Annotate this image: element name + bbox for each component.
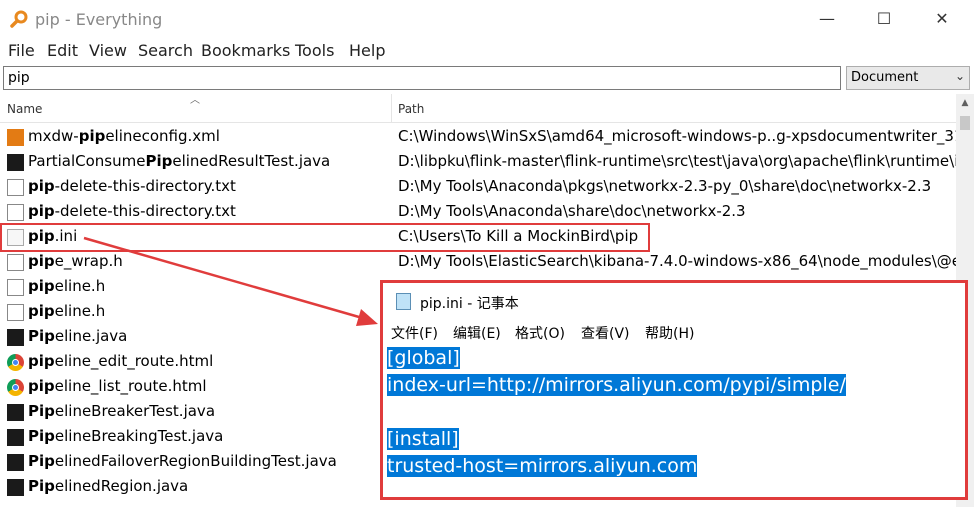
notepad-menu-format[interactable]: 格式(O)	[515, 323, 565, 343]
title-bar: pip - Everything — ☐ ✕	[0, 0, 974, 38]
chrome-icon	[7, 354, 24, 371]
file-name: pip-delete-this-directory.txt	[28, 177, 236, 195]
search-row: pip Document ⌄	[0, 64, 974, 92]
menu-help[interactable]: Help	[349, 41, 385, 60]
xml-icon	[7, 129, 24, 146]
chrome-icon	[7, 379, 24, 396]
window-title: pip - Everything	[35, 10, 163, 29]
java-icon	[7, 329, 24, 346]
file-name: PipelineBreakingTest.java	[28, 427, 224, 445]
file-name: pipeline.h	[28, 277, 106, 295]
file-name: mxdw-pipelineconfig.xml	[28, 127, 220, 145]
notepad-icon	[396, 293, 411, 310]
chevron-down-icon: ⌄	[954, 69, 965, 83]
notepad-menu-bar: 文件(F) 编辑(E) 格式(O) 查看(V) 帮助(H)	[383, 321, 965, 343]
magnifier-app-icon	[10, 10, 28, 28]
file-name: PipelineBreakerTest.java	[28, 402, 216, 420]
table-row[interactable]: pip-delete-this-directory.txt D:\My Tools…	[0, 175, 956, 200]
file-name: pipeline_edit_route.html	[28, 352, 214, 370]
search-input[interactable]: pip	[3, 66, 841, 90]
file-path: D:\libpku\flink-master\flink-runtime\src…	[398, 152, 956, 170]
maximize-button[interactable]: ☐	[861, 4, 907, 34]
menu-file[interactable]: File	[8, 41, 35, 60]
menu-edit[interactable]: Edit	[47, 41, 78, 60]
file-name: pipeline_list_route.html	[28, 377, 207, 395]
notepad-title: pip.ini - 记事本	[420, 296, 519, 312]
column-header: ︿ Name Path	[0, 94, 956, 123]
file-name: PipelinedRegion.java	[28, 477, 189, 495]
minimize-button[interactable]: —	[804, 4, 850, 34]
table-row[interactable]: pip-delete-this-directory.txt D:\My Tools…	[0, 200, 956, 225]
java-icon	[7, 454, 24, 471]
table-row[interactable]: pipe_wrap.h D:\My Tools\ElasticSearch\kib…	[0, 250, 956, 275]
notepad-text-area[interactable]: [global] index-url=http://mirrors.aliyun…	[387, 345, 846, 480]
java-icon	[7, 479, 24, 496]
notepad-menu-edit[interactable]: 编辑(E)	[453, 323, 501, 343]
notepad-line: trusted-host=mirrors.aliyun.com	[387, 455, 698, 477]
file-path: D:\My Tools\Anaconda\pkgs\networkx-2.3-p…	[398, 177, 932, 195]
menu-bookmarks[interactable]: Bookmarks	[201, 41, 290, 60]
txt-icon	[7, 279, 24, 296]
scroll-thumb[interactable]	[960, 116, 970, 130]
file-path: C:\Windows\WinSxS\amd64_microsoft-window…	[398, 127, 956, 145]
txt-icon	[7, 254, 24, 271]
java-icon	[7, 404, 24, 421]
menu-search[interactable]: Search	[138, 41, 193, 60]
column-divider[interactable]	[391, 94, 392, 122]
notepad-line: index-url=http://mirrors.aliyun.com/pypi…	[387, 374, 846, 396]
notepad-line: [global]	[387, 347, 460, 369]
scroll-up-icon[interactable]: ▲	[956, 94, 974, 112]
file-path: D:\My Tools\Anaconda\share\doc\networkx-…	[398, 202, 746, 220]
file-name: PipelinedFailoverRegionBuildingTest.java	[28, 452, 337, 470]
file-path: D:\My Tools\ElasticSearch\kibana-7.4.0-w…	[398, 252, 956, 270]
notepad-menu-view[interactable]: 查看(V)	[581, 323, 630, 343]
sort-ascending-icon: ︿	[190, 95, 200, 106]
column-path[interactable]: Path	[398, 102, 424, 116]
file-name: pip-delete-this-directory.txt	[28, 202, 236, 220]
txt-icon	[7, 204, 24, 221]
filter-select[interactable]: Document ⌄	[846, 66, 970, 90]
notepad-menu-file[interactable]: 文件(F)	[391, 323, 438, 343]
java-icon	[7, 429, 24, 446]
close-button[interactable]: ✕	[919, 4, 965, 34]
file-name: Pipeline.java	[28, 327, 128, 345]
menu-view[interactable]: View	[89, 41, 127, 60]
file-name: pipe_wrap.h	[28, 252, 123, 270]
annotation-highlight-box	[0, 223, 650, 252]
file-name: pipeline.h	[28, 302, 106, 320]
notepad-menu-help[interactable]: 帮助(H)	[645, 323, 694, 343]
column-name[interactable]: Name	[7, 102, 42, 116]
notepad-window: pip.ini - 记事本 文件(F) 编辑(E) 格式(O) 查看(V) 帮助…	[380, 280, 968, 500]
txt-icon	[7, 304, 24, 321]
table-row[interactable]: mxdw-pipelineconfig.xml C:\Windows\WinSxS…	[0, 125, 956, 150]
txt-icon	[7, 179, 24, 196]
menu-bar: File Edit View Search Bookmarks Tools He…	[0, 38, 974, 64]
table-row[interactable]: PartialConsumePipelinedResultTest.java D:…	[0, 150, 956, 175]
menu-tools[interactable]: Tools	[295, 41, 334, 60]
java-icon	[7, 154, 24, 171]
notepad-line: [install]	[387, 428, 459, 450]
filter-value: Document	[851, 70, 919, 85]
file-name: PartialConsumePipelinedResultTest.java	[28, 152, 331, 170]
